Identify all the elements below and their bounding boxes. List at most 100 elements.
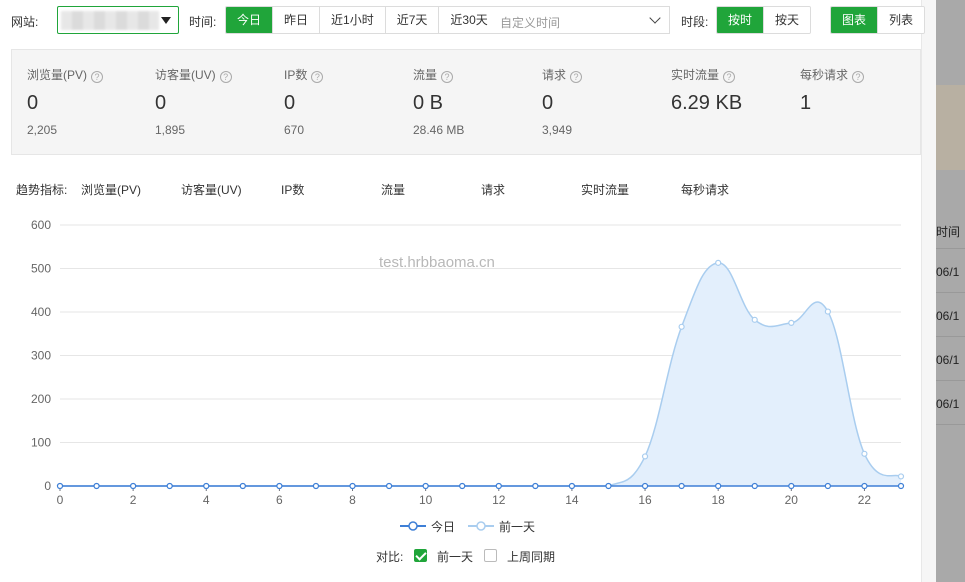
divider bbox=[936, 248, 965, 249]
help-icon[interactable]: ? bbox=[91, 71, 104, 83]
today-data-point bbox=[532, 482, 539, 490]
today-data-point bbox=[788, 482, 795, 490]
help-icon[interactable]: ? bbox=[311, 71, 324, 83]
x-tick-label: 12 bbox=[492, 493, 506, 505]
custom-time-placeholder: 自定义时间 bbox=[500, 16, 561, 30]
help-icon[interactable]: ? bbox=[219, 71, 232, 83]
today-data-point bbox=[605, 482, 612, 490]
time-1h-button[interactable]: 近1小时 bbox=[320, 7, 386, 33]
yesterday-data-point bbox=[751, 316, 758, 323]
site-name-redacted bbox=[61, 11, 159, 30]
help-icon[interactable]: ? bbox=[441, 71, 454, 83]
custom-time-picker[interactable]: 自定义时间 bbox=[489, 6, 670, 34]
today-data-point bbox=[568, 482, 576, 490]
today-data-point bbox=[203, 482, 210, 490]
trend-metric-traffic[interactable]: 流量 bbox=[381, 181, 405, 198]
yesterday-data-point bbox=[897, 473, 905, 480]
yesterday-area bbox=[60, 262, 901, 486]
help-icon[interactable]: ? bbox=[723, 71, 736, 83]
trend-metric-ip[interactable]: IP数 bbox=[281, 181, 304, 198]
period-hourly-button[interactable]: 按时 bbox=[717, 7, 765, 33]
stat-subvalue: 1,895 bbox=[155, 123, 186, 137]
x-tick-label: 8 bbox=[349, 493, 356, 505]
today-data-point bbox=[897, 482, 905, 490]
today-data-point bbox=[239, 482, 246, 490]
x-tick-label: 16 bbox=[638, 493, 652, 505]
today-data-point bbox=[385, 482, 393, 490]
y-tick-label: 0 bbox=[44, 479, 51, 493]
background-table-cell: 06/1 bbox=[936, 397, 960, 411]
stat-subvalue: 28.46 MB bbox=[413, 123, 465, 137]
legend-today-label[interactable]: 今日 bbox=[431, 518, 455, 535]
stat-value: 0 bbox=[155, 92, 167, 114]
y-tick-label: 200 bbox=[31, 392, 51, 406]
time-yesterday-button[interactable]: 昨日 bbox=[273, 7, 321, 33]
period-daily-button[interactable]: 按天 bbox=[764, 7, 811, 33]
stat-name: 请求? bbox=[542, 66, 583, 83]
trend-metric-uv[interactable]: 访客量(UV) bbox=[181, 181, 242, 198]
x-tick-label: 18 bbox=[711, 493, 725, 505]
time-label: 时间: bbox=[189, 15, 217, 29]
yesterday-data-point bbox=[861, 450, 868, 457]
compare-yesterday-checkbox[interactable] bbox=[414, 549, 427, 562]
compare-yesterday-label: 前一天 bbox=[437, 550, 474, 564]
watermark-text: test.hrbbaoma.cn bbox=[379, 254, 495, 271]
background-table-cell: 06/1 bbox=[936, 265, 960, 279]
compare-lastweek-label: 上周同期 bbox=[507, 550, 556, 564]
time-today-button[interactable]: 今日 bbox=[226, 7, 274, 33]
time-7d-button[interactable]: 近7天 bbox=[385, 7, 440, 33]
x-tick-label: 4 bbox=[203, 493, 210, 505]
legend-yesterday-label[interactable]: 前一天 bbox=[499, 518, 535, 535]
divider bbox=[936, 380, 965, 381]
today-data-point bbox=[422, 482, 429, 490]
trend-metric-rps[interactable]: 每秒请求 bbox=[681, 181, 729, 198]
today-data-point bbox=[641, 482, 649, 490]
x-tick-label: 10 bbox=[419, 493, 433, 505]
trend-metric-pv[interactable]: 浏览量(PV) bbox=[81, 181, 141, 198]
stat-value: 0 bbox=[27, 92, 39, 114]
stat-name-text: 实时流量 bbox=[671, 68, 720, 82]
compare-lastweek-checkbox[interactable] bbox=[484, 549, 497, 562]
background-table-header: 时间 bbox=[936, 225, 961, 239]
site-select[interactable] bbox=[57, 6, 179, 34]
right-strip bbox=[921, 0, 936, 582]
view-toggle-group: 图表 列表 bbox=[830, 6, 926, 34]
stat-name: 流量? bbox=[413, 66, 454, 83]
stat-name: 每秒请求? bbox=[800, 66, 865, 83]
today-data-point bbox=[93, 482, 100, 490]
today-data-point bbox=[495, 482, 502, 490]
x-tick-label: 20 bbox=[785, 493, 799, 505]
today-data-point bbox=[715, 482, 722, 490]
trend-metric-realtime[interactable]: 实时流量 bbox=[581, 181, 629, 198]
chevron-down-icon bbox=[649, 12, 661, 24]
y-tick-label: 600 bbox=[31, 218, 51, 232]
yesterday-data-point bbox=[788, 319, 795, 326]
stats-panel: 浏览量(PV)? 0 2,205 访客量(UV)? 0 1,895 IP数? 0… bbox=[11, 49, 921, 155]
y-tick-label: 500 bbox=[31, 262, 51, 276]
today-data-point bbox=[56, 482, 64, 490]
stat-name-text: 访客量(UV) bbox=[155, 68, 216, 82]
x-tick-label: 2 bbox=[130, 493, 137, 505]
x-tick-label: 14 bbox=[565, 493, 579, 505]
stat-name: IP数? bbox=[284, 66, 324, 83]
today-data-point bbox=[751, 482, 758, 490]
divider bbox=[936, 336, 965, 337]
help-icon[interactable]: ? bbox=[570, 71, 583, 83]
stat-name: 访客量(UV)? bbox=[155, 66, 232, 83]
legend-today-icon[interactable] bbox=[400, 519, 426, 533]
trend-metric-requests[interactable]: 请求 bbox=[481, 181, 505, 198]
stat-subvalue: 3,949 bbox=[542, 123, 573, 137]
yesterday-data-point bbox=[715, 259, 722, 266]
legend-yesterday-icon[interactable] bbox=[468, 519, 494, 533]
background-table-cell: 06/1 bbox=[936, 353, 960, 367]
view-list-button[interactable]: 列表 bbox=[878, 7, 925, 33]
today-data-point bbox=[678, 482, 685, 490]
view-chart-button[interactable]: 图表 bbox=[831, 7, 879, 33]
stat-value: 0 B bbox=[413, 92, 444, 114]
help-icon[interactable]: ? bbox=[852, 71, 865, 83]
today-data-point bbox=[130, 482, 137, 490]
site-label: 网站: bbox=[11, 15, 39, 29]
background-table-cell: 06/1 bbox=[936, 309, 960, 323]
time-range-group: 今日 昨日 近1小时 近7天 近30天 bbox=[225, 6, 500, 34]
stat-name: 实时流量? bbox=[671, 66, 736, 83]
